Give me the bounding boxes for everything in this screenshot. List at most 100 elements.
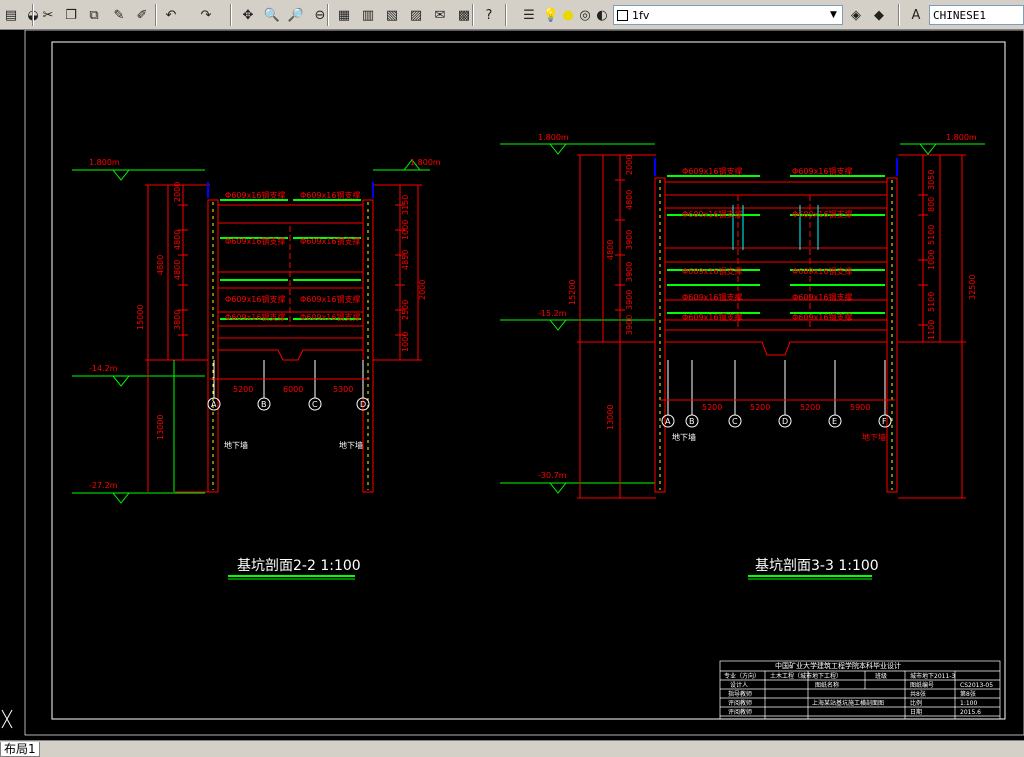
tb-r3-0: 指导教师 bbox=[728, 690, 752, 698]
overall-left-22: 15000 bbox=[136, 305, 145, 330]
layer-name: 1fv bbox=[632, 8, 650, 22]
tb-r5-4: 2015.6 bbox=[960, 709, 981, 716]
strut-22-1l: Φ609x16钢支撑 bbox=[225, 190, 285, 200]
redo-icon[interactable]: ↷ bbox=[195, 4, 217, 26]
properties-icon[interactable]: ▦ bbox=[333, 4, 355, 26]
section-2-2 bbox=[72, 159, 430, 504]
tb-r1-0: 专业（方向） bbox=[724, 672, 760, 680]
dim-33-5: 3900 bbox=[625, 290, 634, 310]
bay-33-0: 5200 bbox=[702, 403, 722, 412]
tb-r3-4: 第8张 bbox=[960, 690, 976, 698]
strut-33-4l: Φ609x16钢支撑 bbox=[682, 292, 742, 302]
ucs-icon bbox=[1, 709, 13, 729]
elev-bot-33: -30.7m bbox=[538, 471, 567, 480]
strut-22-2r: Φ609x16钢支撑 bbox=[300, 236, 360, 246]
dim-33-3: 3900 bbox=[625, 230, 634, 250]
text-style-dropdown[interactable]: CHINESE1 bbox=[929, 5, 1024, 25]
wall-label-22-r: 地下墙 bbox=[339, 440, 363, 450]
dim-33-r5: 1100 bbox=[927, 320, 936, 340]
design-center-icon[interactable]: ▥ bbox=[357, 4, 379, 26]
axis-33-d: D bbox=[782, 417, 788, 426]
standard-toolbar: ▤ ◒ ✂ ❐ ⧉ ✎ ✐ ↶ ↷ ✥ 🔍 🔎 ⊖ ▦ ▥ ▧ ▨ ✉ ▩ ? … bbox=[0, 0, 1024, 30]
overall-left-33: 15200 bbox=[568, 280, 577, 305]
axis-33-f: F bbox=[882, 417, 887, 426]
tab-layout1[interactable]: 布局1 bbox=[0, 742, 40, 757]
axis-22-d: D bbox=[360, 400, 366, 409]
strut-22-1r: Φ609x16钢支撑 bbox=[300, 190, 360, 200]
markup-icon[interactable]: ✉ bbox=[429, 4, 451, 26]
cut-icon[interactable]: ✂ bbox=[37, 4, 59, 26]
bay-22-2: 5300 bbox=[333, 385, 353, 394]
help-icon[interactable]: ? bbox=[478, 4, 500, 26]
dim-22-0: 2000 bbox=[173, 182, 182, 202]
brush-icon[interactable]: ✎ bbox=[108, 4, 130, 26]
copy-icon[interactable]: ❐ bbox=[60, 4, 82, 26]
elev-mid-33: -15.2m bbox=[538, 309, 567, 318]
strut-33-5l: Φ609x16钢支撑 bbox=[682, 312, 742, 322]
layer-previous-icon[interactable]: ◆ bbox=[868, 4, 890, 26]
pan-icon[interactable]: ✥ bbox=[237, 4, 259, 26]
dim-33-r4: 5100 bbox=[927, 292, 936, 312]
tb-r2-0: 设计人 bbox=[730, 681, 748, 689]
axis-33-a: A bbox=[665, 417, 671, 426]
zoom-window-icon[interactable]: 🔎 bbox=[285, 4, 307, 26]
sun-icon: ● bbox=[562, 7, 574, 23]
layer-state-icon[interactable]: ☰ bbox=[518, 4, 540, 26]
strut-22-4r: Φ609x16钢支撑 bbox=[300, 312, 360, 322]
dim-22-r5: 2500 bbox=[401, 300, 410, 320]
elev-top-left-22: 1.800m bbox=[89, 158, 120, 167]
strut-33-5r: Φ609x16钢支撑 bbox=[792, 312, 852, 322]
tb-r2-2: 图纸名称 bbox=[815, 681, 839, 689]
bay-33-1: 5200 bbox=[750, 403, 770, 412]
tb-r1-3: 城市地下2011-3 bbox=[910, 672, 955, 680]
undo-icon[interactable]: ↶ bbox=[160, 4, 182, 26]
lock-icon: ◎ bbox=[579, 7, 591, 23]
strut-33-1r: Φ609x16钢支撑 bbox=[792, 166, 852, 176]
overall-right-33: 32500 bbox=[968, 275, 977, 300]
elev-top-right-22: 1.800m bbox=[410, 158, 441, 167]
tb-r4-4: 1:100 bbox=[960, 700, 977, 707]
tb-r1-2: 班级 bbox=[875, 672, 887, 680]
overall-right-22: 2000 bbox=[418, 280, 427, 300]
tool-palettes-icon[interactable]: ▧ bbox=[381, 4, 403, 26]
axis-22-c: C bbox=[312, 400, 318, 409]
layout-tabs: 布局1 bbox=[0, 740, 1024, 757]
dim-22-r0: 3150 bbox=[401, 195, 410, 215]
make-current-icon[interactable]: ◈ bbox=[845, 4, 867, 26]
strut-33-2l: Φ609x16钢支撑 bbox=[682, 209, 742, 219]
layer-dropdown[interactable]: 1fv ▼ bbox=[613, 5, 843, 25]
elev-bot-22: -27.2m bbox=[89, 481, 118, 490]
bay-33-3: 5900 bbox=[850, 403, 870, 412]
paste-icon[interactable]: ⧉ bbox=[83, 4, 105, 26]
dim-22-2: 4800 bbox=[173, 230, 182, 250]
layer-manager-icon[interactable]: ▤ bbox=[0, 4, 22, 26]
text-style-name: CHINESE1 bbox=[933, 8, 986, 22]
strut-22-2l: Φ609x16钢支撑 bbox=[225, 236, 285, 246]
title-block-text: 中国矿业大学建筑工程学院本科毕业设计 专业（方向） 土木工程（城市地下工程） 班… bbox=[724, 661, 993, 716]
section-3-3-title: 基坑剖面3-3 1:100 bbox=[755, 557, 879, 574]
strut-22-3r: Φ609x16钢支撑 bbox=[300, 294, 360, 304]
section-3-3 bbox=[500, 143, 985, 499]
dim-22-r6: 1000 bbox=[401, 332, 410, 352]
tb-r4-2: 上海某站基坑施工横剖面图 bbox=[812, 699, 884, 707]
wall-label-33-l: 地下墙 bbox=[672, 432, 696, 442]
chevron-down-icon[interactable]: ▼ bbox=[826, 7, 841, 23]
dim-33-r3: 1000 bbox=[927, 250, 936, 270]
match-properties-icon[interactable]: ✐ bbox=[131, 4, 153, 26]
dim-33-r2: 5100 bbox=[927, 225, 936, 245]
text-style-icon[interactable]: A bbox=[905, 4, 927, 26]
strut-33-2r: Φ609x16钢支撑 bbox=[792, 209, 852, 219]
sheet-set-icon[interactable]: ▨ bbox=[405, 4, 427, 26]
elev-top-left-33: 1.800m bbox=[538, 133, 569, 142]
dim-22-3: 4800 bbox=[173, 260, 182, 280]
axis-33-e: E bbox=[832, 417, 837, 426]
tb-r4-0: 评阅教师 bbox=[728, 699, 752, 707]
drawing-canvas[interactable]: 1.800m 1.800m -14.2m -27.2m 15000 4800 1… bbox=[0, 30, 1024, 740]
section-2-2-labels: 1.800m 1.800m -14.2m -27.2m 15000 4800 1… bbox=[89, 158, 441, 574]
dim-33-4: 3900 bbox=[625, 262, 634, 282]
tb-header: 中国矿业大学建筑工程学院本科毕业设计 bbox=[775, 661, 901, 670]
strut-33-3l: Φ609x16钢支撑 bbox=[682, 266, 742, 276]
tb-r1-1: 土木工程（城市地下工程） bbox=[770, 672, 842, 680]
dim-22-7: 13000 bbox=[156, 415, 165, 440]
zoom-realtime-icon[interactable]: 🔍 bbox=[261, 4, 283, 26]
